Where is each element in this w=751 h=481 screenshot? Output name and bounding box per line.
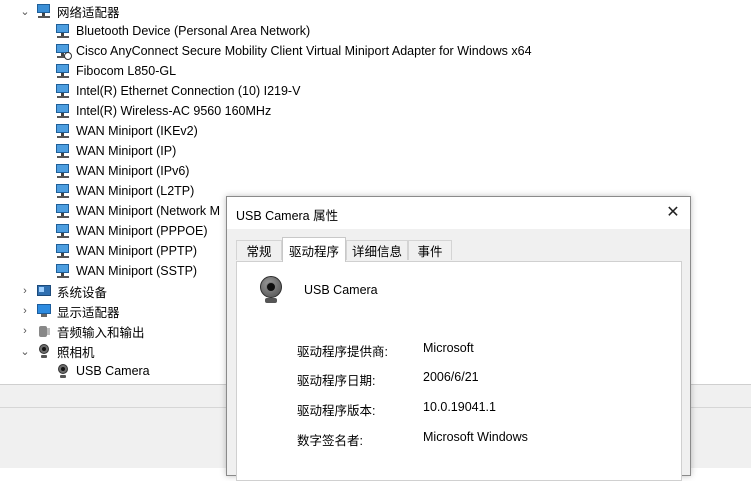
tab-details[interactable]: 详细信息 [346,240,408,260]
tree-item-network[interactable]: WAN Miniport (IKEv2) [55,121,198,141]
tree-item-label: USB Camera [76,364,150,378]
chevron-right-icon[interactable]: › [19,281,31,301]
chevron-right-icon[interactable]: › [19,301,31,321]
chevron-down-icon[interactable]: ⌄ [19,341,31,361]
driver-provider-label: 驱动程序提供商: [297,345,388,359]
tree-item-label: Bluetooth Device (Personal Area Network) [76,24,311,38]
tree-item-camera[interactable]: USB Camera [55,361,150,381]
tree-item-network[interactable]: WAN Miniport (Network M [55,201,220,221]
tree-category-audio[interactable]: › 音频输入和输出 [19,321,145,341]
tree-item-network[interactable]: Fibocom L850-GL [55,61,176,81]
tree-item-label: WAN Miniport (PPPOE) [76,224,208,238]
network-adapter-icon [55,183,71,199]
camera-icon [257,276,285,304]
digital-signer-value: Microsoft Windows [423,430,528,444]
driver-version-label: 驱动程序版本: [297,404,376,418]
network-adapter-warning-icon [55,43,72,60]
driver-date-value: 2006/6/21 [423,370,479,384]
device-name: USB Camera [304,283,378,297]
network-adapter-icon [55,83,71,99]
tree-category-label: 照相机 [57,345,95,360]
tree-category-system-devices[interactable]: › 系统设备 [20,281,107,301]
properties-dialog: USB Camera 属性 ✕ 常规 驱动程序 详细信息 事件 USB Came… [226,196,691,481]
display-adapter-icon [36,303,52,319]
network-adapter-icon [55,163,71,179]
camera-icon [36,343,52,359]
tree-item-network[interactable]: WAN Miniport (SSTP) [55,261,197,281]
driver-panel: USB Camera 驱动程序提供商: Microsoft 驱动程序日期: 20… [236,261,682,481]
dialog-title: USB Camera 属性 [236,209,339,223]
tree-item-network[interactable]: WAN Miniport (IPv6) [55,161,189,181]
network-adapter-icon [55,23,71,39]
tree-item-network[interactable]: WAN Miniport (IP) [55,141,176,161]
tree-item-label: WAN Miniport (IKEv2) [76,124,198,138]
tab-driver[interactable]: 驱动程序 [282,237,346,262]
network-adapter-icon [36,3,52,19]
tree-item-label: WAN Miniport (PPTP) [76,244,198,258]
tree-item-network[interactable]: Intel(R) Ethernet Connection (10) I219-V [55,81,300,101]
camera-icon [55,363,71,379]
dialog-titlebar[interactable]: USB Camera 属性 ✕ [227,197,690,229]
network-adapter-icon [55,63,71,79]
tree-item-label: Intel(R) Wireless-AC 9560 160MHz [76,104,272,118]
tree-item-network[interactable]: Intel(R) Wireless-AC 9560 160MHz [55,101,271,121]
tree-item-label: Intel(R) Ethernet Connection (10) I219-V [76,84,301,98]
driver-provider-value: Microsoft [423,341,474,355]
network-adapter-icon [55,263,71,279]
tree-item-network[interactable]: Bluetooth Device (Personal Area Network) [55,21,310,41]
digital-signer-label: 数字签名者: [297,434,363,448]
tree-category-network-adapters[interactable]: ⌄ 网络适配器 [20,1,120,21]
close-button[interactable]: ✕ [656,197,690,227]
tab-events[interactable]: 事件 [408,240,452,260]
tree-category-display-adapters[interactable]: › 显示适配器 [20,301,120,321]
audio-icon [36,323,52,339]
tree-item-label: WAN Miniport (Network M [76,204,220,218]
tab-general[interactable]: 常规 [236,240,282,260]
tree-category-label: 网络适配器 [57,5,120,20]
tree-item-label: Cisco AnyConnect Secure Mobility Client … [76,44,532,58]
tree-category-label: 音频输入和输出 [57,325,145,340]
network-adapter-icon [55,203,71,219]
tree-item-label: WAN Miniport (IP) [76,144,177,158]
tree-category-cameras[interactable]: ⌄ 照相机 [20,341,95,361]
tree-item-label: WAN Miniport (SSTP) [76,264,198,278]
tree-item-label: WAN Miniport (L2TP) [76,184,195,198]
system-device-icon [36,283,52,299]
network-adapter-icon [55,123,71,139]
tree-category-label: 显示适配器 [57,305,120,320]
tree-category-label: 系统设备 [57,285,108,300]
tree-item-network[interactable]: WAN Miniport (PPPOE) [55,221,208,241]
tree-item-label: Fibocom L850-GL [76,64,177,78]
driver-date-label: 驱动程序日期: [297,374,376,388]
tree-item-network[interactable]: WAN Miniport (PPTP) [55,241,197,261]
driver-version-value: 10.0.19041.1 [423,400,496,414]
network-adapter-icon [55,143,71,159]
tree-item-network[interactable]: Cisco AnyConnect Secure Mobility Client … [55,41,532,61]
chevron-down-icon[interactable]: ⌄ [19,1,31,21]
chevron-right-icon[interactable]: › [19,321,31,341]
network-adapter-icon [55,243,71,259]
network-adapter-icon [55,223,71,239]
tree-item-label: WAN Miniport (IPv6) [76,164,190,178]
tree-item-network[interactable]: WAN Miniport (L2TP) [55,181,194,201]
network-adapter-icon [55,103,71,119]
